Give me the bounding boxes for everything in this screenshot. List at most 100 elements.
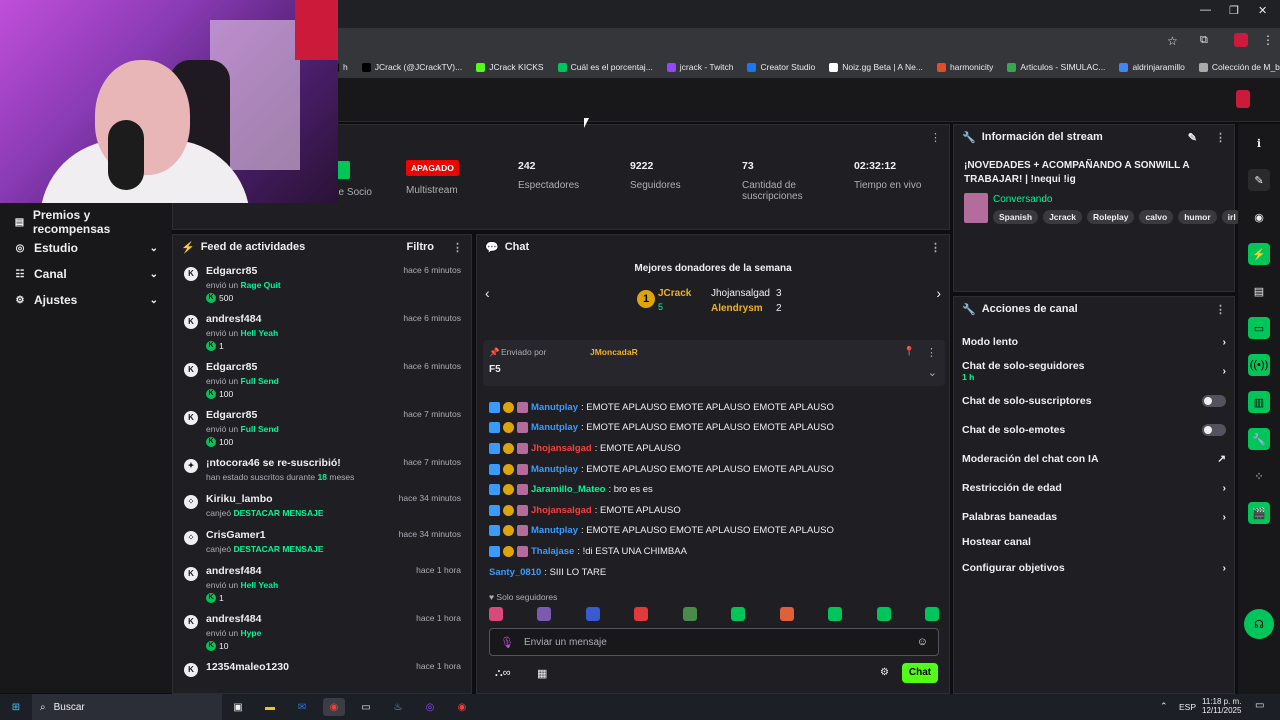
support-icon[interactable]: ☊ bbox=[1244, 609, 1274, 639]
emote-icon[interactable] bbox=[585, 607, 600, 621]
bookmark-item[interactable]: Articulos - SIMULAC... bbox=[1007, 62, 1105, 72]
bookmark-item[interactable]: JCrack KICKS bbox=[476, 62, 544, 72]
wrench-icon[interactable]: 🔧 bbox=[1248, 428, 1270, 450]
message-input[interactable]: 🎙 Enviar un mensaje ☺ bbox=[489, 628, 939, 656]
subs-only-toggle[interactable] bbox=[1202, 394, 1226, 407]
ai-mod-row[interactable]: Moderación del chat con IA ↗ bbox=[954, 444, 1234, 473]
slow-mode-row[interactable]: Modo lento › bbox=[954, 327, 1234, 356]
chat-message[interactable]: Manutplay: EMOTE APLAUSO EMOTE APLAUSO E… bbox=[477, 459, 951, 480]
emotes-only-toggle[interactable] bbox=[1202, 423, 1226, 436]
info-icon[interactable]: ℹ bbox=[1248, 132, 1270, 154]
obs-icon[interactable]: ◎ bbox=[419, 698, 441, 716]
info-menu-icon[interactable]: ⋮ bbox=[1215, 131, 1226, 144]
tray-chevron-icon[interactable]: ⌃ bbox=[1160, 701, 1168, 712]
feed-row[interactable]: ⁘ CrisGamer1 hace 34 minutos canjeó DESTACA… bbox=[173, 523, 471, 559]
chat-menu-icon[interactable]: ⋮ bbox=[930, 241, 941, 254]
emote-icon[interactable] bbox=[828, 607, 843, 621]
chat-message[interactable]: Thalajase: !di ESTA UNA CHIMBAA bbox=[477, 541, 951, 562]
tag-chip[interactable]: Spanish bbox=[993, 210, 1039, 224]
apps-icon[interactable]: ⁘ bbox=[1248, 465, 1270, 487]
nav-canal[interactable]: ☷ Canal ⌄ bbox=[0, 261, 172, 287]
pinned-message[interactable]: 📌 Enviado por JMoncadaR F5 📍 ⋮ ⌄ bbox=[483, 340, 945, 386]
mic-icon[interactable]: 🎙 bbox=[500, 636, 514, 649]
bookmark-item[interactable]: aldrinjaramillo bbox=[1119, 62, 1185, 72]
close-icon[interactable]: ✕ bbox=[1258, 4, 1267, 17]
feed-row[interactable]: Kandresf484 hace 6 minutos envió un Hell Y… bbox=[173, 307, 471, 355]
emoji-icon[interactable]: ☺ bbox=[917, 636, 928, 648]
followers-only-row[interactable]: Chat de solo-seguidores 1 h › bbox=[954, 356, 1234, 386]
broadcast-icon[interactable]: ((•)) bbox=[1248, 354, 1270, 376]
emote-icon[interactable] bbox=[731, 607, 746, 621]
bookmark-item[interactable]: jcrack - Twitch bbox=[666, 62, 733, 72]
tag-chip[interactable]: Jcrack bbox=[1043, 210, 1083, 224]
emote-icon[interactable] bbox=[489, 607, 503, 621]
clipboard-icon[interactable]: ▤ bbox=[1248, 280, 1270, 302]
chat-message[interactable]: Jhojansalgad: EMOTE APLAUSO bbox=[477, 438, 951, 459]
restore-icon[interactable]: ❐ bbox=[1229, 4, 1239, 17]
storage-icon[interactable]: ▥ bbox=[1248, 391, 1270, 413]
emote-icon[interactable] bbox=[779, 607, 794, 621]
nav-ajustes[interactable]: ⚙ Ajustes ⌄ bbox=[0, 287, 172, 313]
emote-icon[interactable] bbox=[682, 607, 697, 621]
chevron-right-icon[interactable]: › bbox=[936, 285, 941, 301]
notifications-icon[interactable]: ▭ bbox=[1255, 700, 1264, 711]
subs-only-row[interactable]: Chat de solo-suscriptores bbox=[954, 386, 1234, 415]
chat-bubble-icon[interactable]: ▭ bbox=[1248, 317, 1270, 339]
chat-user[interactable]: Jhojansalgad bbox=[531, 505, 592, 516]
nav-estudio[interactable]: ◎ Estudio ⌄ bbox=[0, 235, 172, 261]
bookmark-item[interactable]: harmonicity bbox=[936, 62, 993, 72]
feed-row[interactable]: ⁘ Kiriku_lambo hace 34 minutos canjeó DESTA… bbox=[173, 487, 471, 523]
profile-icon[interactable] bbox=[1234, 33, 1248, 47]
task-view-icon[interactable]: ▣ bbox=[227, 698, 249, 716]
edit-icon[interactable]: ✎ bbox=[1188, 131, 1197, 144]
language-indicator[interactable]: ESP bbox=[1179, 702, 1196, 712]
feed-row[interactable]: K Edgarcr85 hace 7 minutos envió un Full Se… bbox=[173, 403, 471, 451]
chat-message[interactable]: Santy_0810: SIII LO TARE bbox=[477, 562, 951, 583]
emotes-only-row[interactable]: Chat de solo-emotes bbox=[954, 415, 1234, 444]
star-icon[interactable]: ☆ bbox=[1167, 34, 1178, 48]
bookmark-item[interactable]: Creator Studio bbox=[747, 62, 815, 72]
tag-chip[interactable]: humor bbox=[1178, 210, 1217, 224]
more-icon[interactable]: ⋮ bbox=[1262, 33, 1274, 47]
chat-user[interactable]: Jhojansalgad bbox=[531, 443, 592, 454]
app2-icon[interactable]: ◉ bbox=[451, 698, 473, 716]
chat-user[interactable]: Santy_0810 bbox=[489, 567, 541, 578]
chevron-left-icon[interactable]: ‹ bbox=[485, 285, 490, 301]
outlook-icon[interactable]: ✉ bbox=[291, 698, 313, 716]
emote-icon[interactable] bbox=[634, 607, 649, 621]
file-explorer-icon[interactable]: ▬ bbox=[259, 698, 281, 716]
goals-row[interactable]: Configurar objetivos › bbox=[954, 553, 1234, 582]
chat-user[interactable]: Manutplay bbox=[531, 464, 578, 475]
chat-user[interactable]: Manutplay bbox=[531, 422, 578, 433]
unpin-icon[interactable]: 📍 bbox=[904, 346, 915, 357]
feed-row[interactable]: Kandresf484 hace 1 hora envió un Hell Yeah… bbox=[173, 559, 471, 607]
chat-message[interactable]: Manutplay: EMOTE APLAUSO EMOTE APLAUSO E… bbox=[477, 521, 951, 542]
emote-icon[interactable] bbox=[537, 607, 552, 621]
emote-icon[interactable] bbox=[924, 607, 939, 621]
tag-chip[interactable]: calvo bbox=[1139, 210, 1174, 224]
clapper-icon[interactable]: 🎬 bbox=[1248, 502, 1270, 524]
clock[interactable]: 11:18 p. m. 12/11/2025 bbox=[1202, 697, 1241, 715]
feed-row[interactable]: ✦ ¡ntocora46 se re-suscribió! hace 7 minut… bbox=[173, 451, 471, 487]
windows-start-icon[interactable]: ⊞ bbox=[5, 698, 27, 716]
extensions-icon[interactable]: ⧉ bbox=[1200, 34, 1208, 47]
category-thumbnail[interactable] bbox=[964, 193, 988, 223]
pinned-menu-icon[interactable]: ⋮ bbox=[926, 346, 937, 359]
taskbar-search[interactable]: ⌕ Buscar bbox=[32, 694, 222, 720]
chat-message[interactable]: Jhojansalgad: EMOTE APLAUSO bbox=[477, 500, 951, 521]
chat-message[interactable]: Manutplay: EMOTE APLAUSO EMOTE APLAUSO E… bbox=[477, 397, 951, 418]
chat-user[interactable]: Thalajase bbox=[531, 546, 574, 557]
chat-user[interactable]: Jaramillo_Mateo bbox=[531, 484, 605, 495]
emote-bar[interactable] bbox=[489, 607, 939, 621]
host-channel-row[interactable]: Hostear canal bbox=[954, 531, 1234, 553]
chat-message[interactable]: Jaramillo_Mateo: bro es es bbox=[477, 479, 951, 500]
minimize-icon[interactable]: — bbox=[1200, 4, 1211, 16]
bookmark-item[interactable]: Cuál es el porcentaj... bbox=[557, 62, 653, 72]
send-chat-button[interactable]: Chat bbox=[902, 663, 938, 683]
chat-message[interactable]: Manutplay: EMOTE APLAUSO EMOTE APLAUSO E… bbox=[477, 418, 951, 439]
steam-icon[interactable]: ♨ bbox=[387, 698, 409, 716]
actions-menu-icon[interactable]: ⋮ bbox=[1215, 303, 1226, 316]
chevron-down-icon[interactable]: ⌄ bbox=[928, 366, 937, 379]
lightning-icon[interactable]: ⚡ bbox=[1248, 243, 1270, 265]
filter-button[interactable]: Filtro bbox=[407, 241, 435, 253]
